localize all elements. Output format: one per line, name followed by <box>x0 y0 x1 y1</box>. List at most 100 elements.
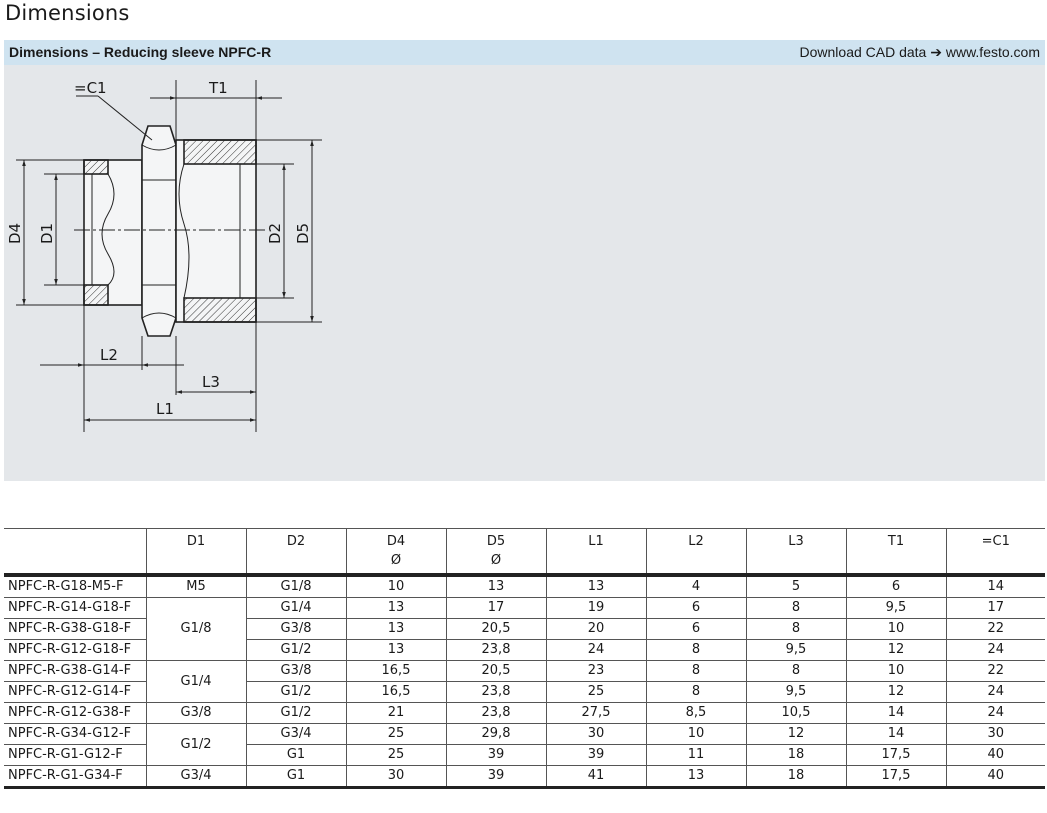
part-number-cell: NPFC-R-G18-M5-F <box>4 575 146 598</box>
value-cell: 23,8 <box>445 702 546 724</box>
value-cell: 12 <box>745 723 846 745</box>
value-cell: 40 <box>945 765 1045 789</box>
part-number-cell: NPFC-R-G12-G14-F <box>4 681 146 703</box>
column-header: D1 <box>145 528 246 575</box>
value-cell: 29,8 <box>445 723 546 745</box>
value-cell: 20,5 <box>445 618 546 640</box>
value-cell: 22 <box>945 618 1045 640</box>
d1-cell: G1/4 <box>145 660 246 703</box>
label-l1: L1 <box>156 400 174 418</box>
value-cell: G3/4 <box>245 723 346 745</box>
column-header: L1 <box>545 528 646 575</box>
value-cell: 10 <box>845 660 946 682</box>
value-cell: 4 <box>645 575 746 598</box>
value-cell: 6 <box>645 618 746 640</box>
label-d2: D2 <box>266 223 284 244</box>
column-header-label: L1 <box>588 534 604 549</box>
d1-cell: G1/8 <box>145 597 246 661</box>
column-header: D5 Ø <box>445 528 546 575</box>
part-number-cell: NPFC-R-G38-G18-F <box>4 618 146 640</box>
label-wrench: =C1 <box>74 79 107 97</box>
value-cell: 6 <box>845 575 946 598</box>
value-cell: 39 <box>445 744 546 766</box>
value-cell: 6 <box>645 597 746 619</box>
table-row: NPFC-R-G1-G34-F G3/4 G1 30 39 41 13 18 17,5 40 <box>4 765 1045 789</box>
value-cell: 30 <box>345 765 446 789</box>
value-cell: G1/4 <box>245 597 346 619</box>
value-cell: 39 <box>545 744 646 766</box>
d1-cell: M5 <box>145 575 246 598</box>
column-header-label: D4 <box>386 534 406 549</box>
column-header-label: D1 <box>186 534 206 549</box>
d1-cell: G1/2 <box>145 723 246 766</box>
value-cell: 24 <box>945 681 1045 703</box>
sleeve-right-body <box>175 139 257 323</box>
column-header-label: D5 <box>486 534 506 549</box>
part-number-cell: NPFC-R-G34-G12-F <box>4 723 146 745</box>
column-header: D2 <box>245 528 346 575</box>
value-cell: 21 <box>345 702 446 724</box>
value-cell: 25 <box>345 744 446 766</box>
part-number-cell: NPFC-R-G12-G18-F <box>4 639 146 661</box>
value-cell: 17 <box>945 597 1045 619</box>
value-cell: 24 <box>545 639 646 661</box>
column-header-label: L2 <box>688 534 704 549</box>
value-cell: G1/2 <box>245 639 346 661</box>
value-cell: 8 <box>745 618 846 640</box>
value-cell: 12 <box>845 639 946 661</box>
value-cell: 20,5 <box>445 660 546 682</box>
panel-title: Dimensions – Reducing sleeve NPFC-R <box>9 44 272 60</box>
value-cell: 40 <box>945 744 1045 766</box>
value-cell: 9,5 <box>745 639 846 661</box>
value-cell: 18 <box>745 765 846 789</box>
value-cell: G1/8 <box>245 575 346 598</box>
column-header: T1 <box>845 528 946 575</box>
value-cell: 17,5 <box>845 765 946 789</box>
value-cell: 14 <box>845 723 946 745</box>
value-cell: 22 <box>945 660 1045 682</box>
value-cell: 30 <box>545 723 646 745</box>
part-number-cell: NPFC-R-G1-G12-F <box>4 744 146 766</box>
part-number-cell: NPFC-R-G1-G34-F <box>4 765 146 789</box>
table-body: NPFC-R-G18-M5-F M5 G1/8 10 13 13 4 5 6 14 NPFC-R-G… <box>4 575 1045 789</box>
d1-cell: G3/4 <box>145 765 246 789</box>
value-cell: 10 <box>845 618 946 640</box>
column-header: L3 <box>745 528 846 575</box>
column-header-label: =C1 <box>981 534 1010 549</box>
value-cell: 10 <box>345 575 446 598</box>
table-row: NPFC-R-G18-M5-F M5 G1/8 10 13 13 4 5 6 14 <box>4 575 1045 598</box>
download-cad-link[interactable]: Download CAD data ➔ www.festo.com <box>800 44 1041 61</box>
column-header-label: L3 <box>788 534 804 549</box>
value-cell: G3/8 <box>245 660 346 682</box>
column-header: D4 Ø <box>345 528 446 575</box>
column-header-diameter-symbol: Ø <box>490 553 502 568</box>
value-cell: G1 <box>245 744 346 766</box>
table-row: NPFC-R-G14-G18-F G1/8 G1/4 13 17 19 6 8 9,5 17 <box>4 597 1045 661</box>
part-number-cell: NPFC-R-G14-G18-F <box>4 597 146 619</box>
label-d4: D4 <box>6 223 24 244</box>
value-cell: 23 <box>545 660 646 682</box>
value-cell: G1/2 <box>245 681 346 703</box>
label-t1: T1 <box>208 79 228 97</box>
value-cell: G1 <box>245 765 346 789</box>
value-cell: 9,5 <box>845 597 946 619</box>
part-number-cell: NPFC-R-G38-G14-F <box>4 660 146 682</box>
value-cell: 10,5 <box>745 702 846 724</box>
column-header: =C1 <box>945 528 1045 575</box>
value-cell: 10 <box>645 723 746 745</box>
value-cell: 5 <box>745 575 846 598</box>
column-header-diameter-symbol: Ø <box>390 553 402 568</box>
dimensions-table: D1 D2 D4 Ø D5 Ø L1 L2 L3 T1 =C1 NPFC-R-G18-M5-F M5 G… <box>4 528 1045 789</box>
value-cell: 27,5 <box>545 702 646 724</box>
value-cell: 8 <box>645 660 746 682</box>
value-cell: 19 <box>545 597 646 619</box>
value-cell: 9,5 <box>745 681 846 703</box>
value-cell: 13 <box>545 575 646 598</box>
column-header-label: D2 <box>286 534 306 549</box>
value-cell: 8 <box>745 660 846 682</box>
label-d5: D5 <box>294 223 312 244</box>
label-l3: L3 <box>202 373 220 391</box>
table-row: NPFC-R-G12-G38-F G3/8 G1/2 21 23,8 27,5 8,5 10,… <box>4 702 1045 724</box>
value-cell: 8,5 <box>645 702 746 724</box>
dimensions-panel: Dimensions – Reducing sleeve NPFC-R Down… <box>4 40 1045 481</box>
